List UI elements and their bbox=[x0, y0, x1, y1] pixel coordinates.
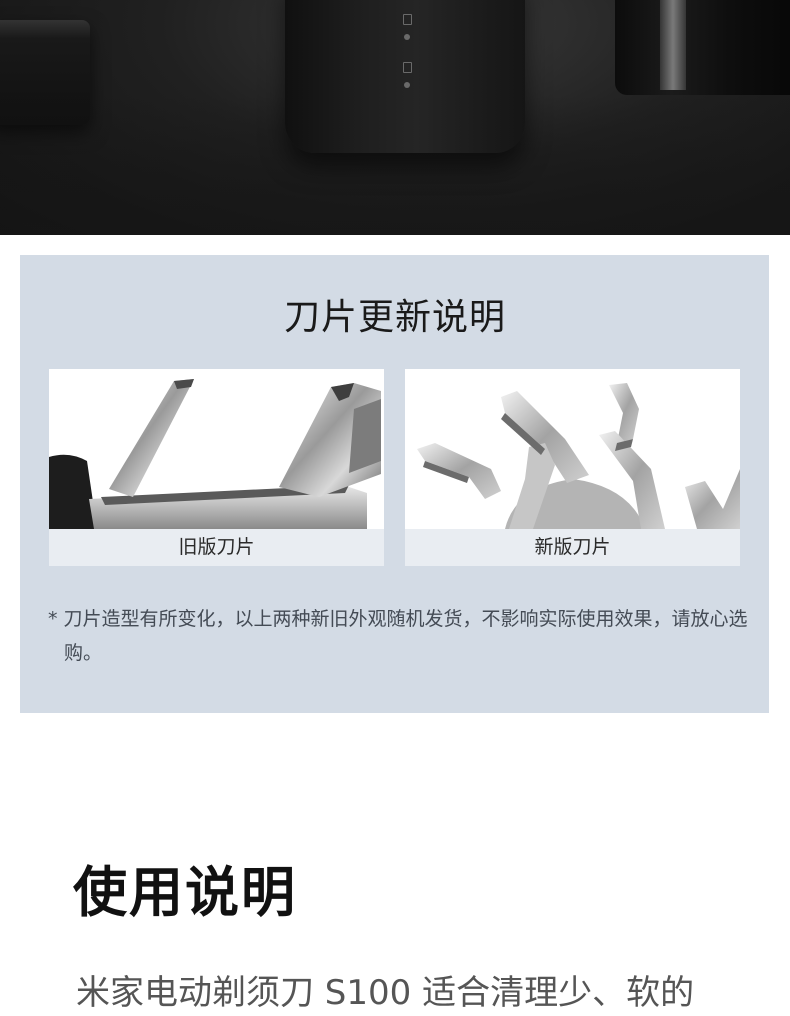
hero-right-highlight bbox=[660, 0, 686, 90]
old-blade-label: 旧版刀片 bbox=[49, 529, 384, 566]
power-indicator-icon bbox=[403, 14, 412, 25]
old-blade-card: 旧版刀片 bbox=[49, 369, 384, 566]
hero-product-photo bbox=[0, 0, 790, 235]
new-blade-image bbox=[417, 383, 740, 529]
indicator-dot bbox=[404, 82, 410, 88]
hero-right-object bbox=[615, 0, 790, 95]
new-blade-card: 新版刀片 bbox=[405, 369, 740, 566]
indicator-dot bbox=[404, 34, 410, 40]
blade-change-note: * 刀片造型有所变化，以上两种新旧外观随机发货，不影响实际使用效果，请放心选购。 bbox=[48, 608, 748, 664]
new-blade-label: 新版刀片 bbox=[405, 529, 740, 566]
usage-section-body: 米家电动剃须刀 S100 适合清理少、软的 bbox=[76, 973, 695, 1013]
usage-section-title: 使用说明 bbox=[73, 861, 297, 924]
blade-update-title: 刀片更新说明 bbox=[283, 297, 506, 338]
old-blade-image bbox=[49, 379, 381, 529]
battery-indicator-icon bbox=[403, 62, 412, 73]
